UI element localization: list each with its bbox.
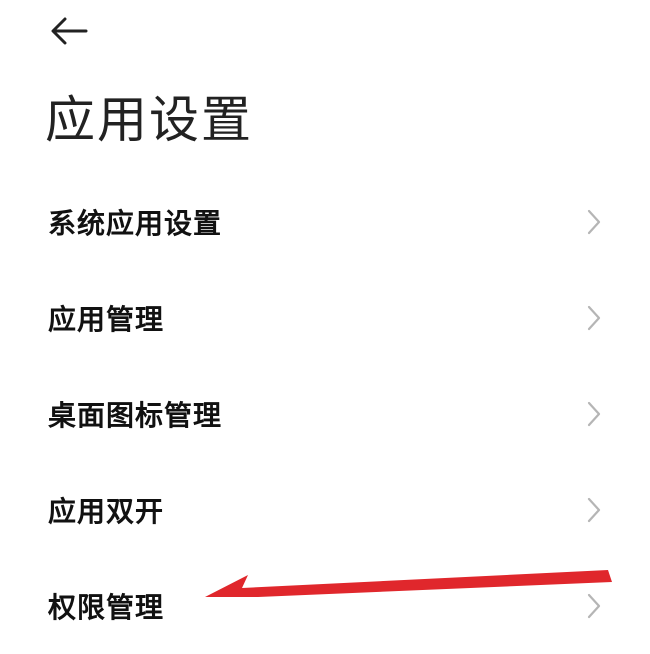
chevron-right-icon bbox=[584, 495, 604, 525]
menu-item-label: 应用双开 bbox=[48, 495, 165, 528]
arrow-left-icon bbox=[51, 17, 88, 45]
menu-item-label: 桌面图标管理 bbox=[48, 399, 223, 432]
chevron-right-icon bbox=[584, 399, 604, 429]
menu-item-dual-apps[interactable]: 应用双开 bbox=[0, 462, 650, 558]
menu-item-label: 应用管理 bbox=[48, 303, 165, 336]
chevron-right-icon bbox=[584, 303, 604, 333]
menu-item-label: 系统应用设置 bbox=[48, 207, 223, 240]
page-title: 应用设置 bbox=[45, 91, 253, 149]
menu-item-label: 权限管理 bbox=[48, 591, 165, 624]
menu-item-desktop-icon-management[interactable]: 桌面图标管理 bbox=[0, 366, 650, 462]
chevron-right-icon bbox=[584, 591, 604, 621]
chevron-right-icon bbox=[584, 207, 604, 237]
menu-item-app-management[interactable]: 应用管理 bbox=[0, 270, 650, 366]
back-button[interactable] bbox=[44, 10, 94, 52]
menu-item-permission-management[interactable]: 权限管理 bbox=[0, 558, 650, 654]
menu-item-system-app-settings[interactable]: 系统应用设置 bbox=[0, 174, 650, 270]
